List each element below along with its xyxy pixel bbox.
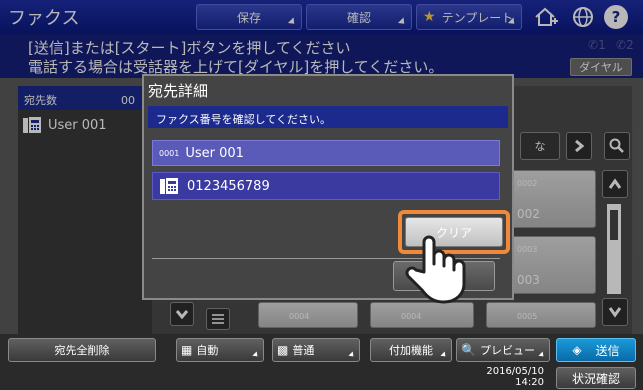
corner-arrow-icon [538,351,546,359]
corner-arrow-icon [252,351,260,359]
status-check-button[interactable]: 状況確認 [556,367,636,389]
entry-id: 0001 [159,148,180,158]
delete-all-destinations-button[interactable]: 宛先全削除 [8,338,156,362]
preview-button[interactable]: 🔍 プレビュー [456,338,550,362]
checker-icon: ▩ [277,343,289,357]
entry-name: User 001 [185,145,244,161]
auto-label: 自動 [196,344,219,357]
send-label: 送信 [595,343,620,358]
fax-icon [160,178,178,194]
delete-all-label: 宛先全削除 [54,344,110,357]
pointing-hand-icon [404,234,466,304]
date: 2016/05/10 [486,366,544,377]
preview-icon: 🔍 [461,343,476,357]
date-time: 2016/05/10 14:20 [444,366,544,388]
destination-entry: 0001 User 001 [152,140,500,166]
auto-resolution-icon: ▦ [181,343,193,357]
quality-normal-button[interactable]: ▩ 普通 [272,338,360,362]
fax-number: 0123456789 [187,178,270,194]
send-icon: ◈ [572,343,582,357]
time: 14:20 [515,377,544,388]
resolution-auto-button[interactable]: ▦ 自動 [176,338,264,362]
corner-arrow-icon [348,351,356,359]
extra-label: 付加機能 [389,344,433,357]
corner-arrow-icon [440,351,448,359]
dialog-title: 宛先詳細 [148,82,209,100]
dialog-message: ファクス番号を確認してください。 [148,106,508,128]
preview-label: プレビュー [479,344,535,357]
normal-label: 普通 [292,344,315,357]
extra-functions-button[interactable]: 付加機能 [370,338,452,362]
fax-number-row: 0123456789 [152,172,500,200]
send-button[interactable]: ◈ 送信 [556,338,636,362]
